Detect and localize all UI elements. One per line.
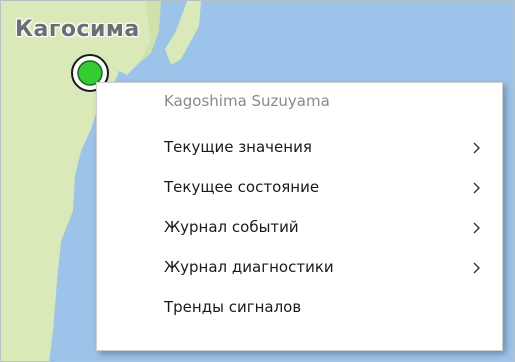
chevron-right-icon xyxy=(473,182,480,194)
city-label: Кагосима xyxy=(15,17,140,42)
chevron-right-icon xyxy=(473,142,480,154)
chevron-right-icon xyxy=(473,262,480,274)
menu-item-signal-trends[interactable]: Тренды сигналов xyxy=(98,288,501,328)
menu-item-label: Тренды сигналов xyxy=(164,298,302,316)
menu-item-label: Журнал диагностики xyxy=(164,258,334,276)
menu-header: Kagoshima Suzuyama xyxy=(164,92,330,110)
menu-item-current-values[interactable]: Текущие значения xyxy=(98,128,501,168)
context-menu: Kagoshima Suzuyama Текущие значения Теку… xyxy=(96,82,503,351)
menu-item-label: Текущие значения xyxy=(164,138,312,156)
menu-item-event-log[interactable]: Журнал событий xyxy=(98,208,501,248)
chevron-right-icon xyxy=(473,222,480,234)
menu-item-label: Журнал событий xyxy=(164,218,299,236)
menu-item-label: Текущее состояние xyxy=(164,178,320,196)
menu-item-diagnostics-log[interactable]: Журнал диагностики xyxy=(98,248,501,288)
menu-item-current-state[interactable]: Текущее состояние xyxy=(98,168,501,208)
